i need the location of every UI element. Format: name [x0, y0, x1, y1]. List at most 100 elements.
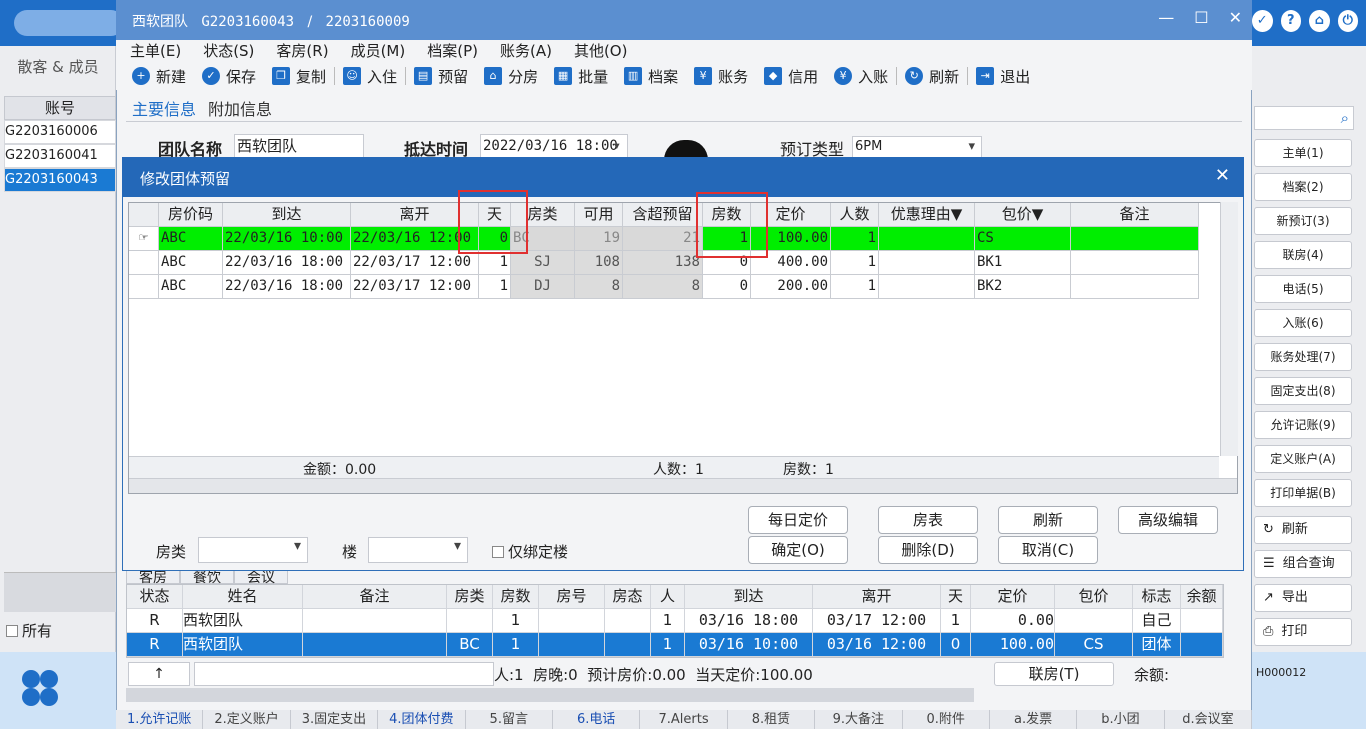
menu-main[interactable]: 主单(E) — [130, 40, 181, 62]
col-balance[interactable]: 余额 — [1181, 585, 1223, 609]
col-package[interactable]: 包价▼ — [975, 203, 1071, 227]
grid-horizontal-scrollbar[interactable] — [129, 478, 1237, 493]
tab-big-remark[interactable]: 9.大备注 — [815, 710, 903, 729]
cell[interactable]: 1 — [479, 251, 511, 275]
col-status[interactable]: 状态 — [127, 585, 183, 609]
help-icon[interactable]: ? — [1280, 10, 1301, 32]
tab-rental[interactable]: 8.租赁 — [728, 710, 816, 729]
cell[interactable]: BK2 — [975, 275, 1071, 299]
cell[interactable]: ABC — [159, 275, 223, 299]
col-roomno[interactable]: 房号 — [539, 585, 605, 609]
cell[interactable] — [879, 251, 975, 275]
cell[interactable] — [1071, 251, 1199, 275]
cell[interactable]: 200.00 — [751, 275, 831, 299]
cell[interactable] — [879, 275, 975, 299]
checkbox-box[interactable] — [492, 545, 504, 558]
tab-fixed-expense[interactable]: 3.固定支出 — [291, 710, 379, 729]
cell[interactable]: 1 — [479, 275, 511, 299]
delete-button[interactable]: 删除(D) — [878, 536, 978, 564]
tab-meeting-room[interactable]: d.会议室 — [1165, 710, 1253, 729]
menu-status[interactable]: 状态(S) — [203, 40, 254, 62]
account-row[interactable]: G2203160006 — [4, 120, 116, 144]
menu-member[interactable]: 成员(M) — [351, 40, 406, 62]
refresh-button[interactable]: ↻ 刷新 — [1254, 516, 1352, 544]
col-remark[interactable]: 备注 — [1071, 203, 1199, 227]
tab-main-info[interactable]: 主要信息 — [132, 96, 196, 121]
col-rate-code[interactable]: 房价码 — [159, 203, 223, 227]
main-doc-button[interactable]: 主单(1) — [1254, 139, 1352, 167]
power-icon[interactable]: ⏻ — [1337, 10, 1358, 32]
building-filter-select[interactable] — [368, 537, 468, 563]
profile-button[interactable]: 档案(2) — [1254, 173, 1352, 201]
right-search-input[interactable]: ⌕ — [1254, 106, 1354, 130]
batch-button[interactable]: ▦ 批量 — [546, 62, 616, 90]
tab-allow-charge[interactable]: 1.允许记账 — [116, 710, 204, 729]
account-button[interactable]: ¥ 账务 — [686, 62, 756, 90]
close-icon[interactable]: ✕ — [1229, 8, 1242, 27]
col-days[interactable]: 天 — [941, 585, 971, 609]
menu-other[interactable]: 其他(O) — [574, 40, 628, 62]
tab-phone[interactable]: 6.电话 — [553, 710, 641, 729]
maximize-icon[interactable]: ☐ — [1194, 8, 1208, 27]
cell[interactable]: 22/03/16 10:00 — [223, 227, 351, 251]
cell[interactable] — [1071, 275, 1199, 299]
move-up-button[interactable]: ↑ — [128, 662, 190, 686]
menu-room[interactable]: 客房(R) — [276, 40, 328, 62]
col-remark[interactable]: 备注 — [303, 585, 447, 609]
group-name-input[interactable]: 西软团队 — [234, 134, 364, 158]
tab-define-account[interactable]: 2.定义账户 — [203, 710, 291, 729]
post-charge-button[interactable]: 入账(6) — [1254, 309, 1352, 337]
check-icon[interactable]: ✓ — [1252, 10, 1273, 32]
tab-subgroup[interactable]: b.小团 — [1077, 710, 1165, 729]
menu-account[interactable]: 账务(A) — [500, 40, 552, 62]
room-type-filter-select[interactable] — [198, 537, 308, 563]
col-discount-reason[interactable]: 优惠理由▼ — [879, 203, 975, 227]
cell[interactable]: 1 — [831, 227, 879, 251]
ok-button[interactable]: 确定(O) — [748, 536, 848, 564]
tab-group-payment[interactable]: 4.团体付费 — [378, 710, 466, 729]
cell[interactable] — [1071, 227, 1199, 251]
all-checkbox[interactable]: 所有 — [6, 620, 52, 641]
fixed-expense-button[interactable]: 固定支出(8) — [1254, 377, 1352, 405]
credit-button[interactable]: ◆ 信用 — [756, 62, 826, 90]
col-name[interactable]: 姓名 — [183, 585, 303, 609]
cell[interactable]: 1 — [831, 275, 879, 299]
phone-button[interactable]: 电话(5) — [1254, 275, 1352, 303]
account-row[interactable]: G2203160043 — [4, 168, 116, 192]
col-arrival[interactable]: 到达 — [685, 585, 813, 609]
copy-button[interactable]: ❐ 复制 — [264, 62, 334, 90]
reserve-button[interactable]: ▤ 预留 — [406, 62, 476, 90]
table-row[interactable]: R 西软团队 1 1 03/16 18:00 03/17 12:00 1 0.0… — [127, 609, 1223, 633]
billing-button[interactable]: 账务处理(7) — [1254, 343, 1352, 371]
exit-button[interactable]: ⇥ 退出 — [968, 62, 1038, 90]
tab-alerts[interactable]: 7.Alerts — [640, 710, 728, 729]
profile-button[interactable]: ▥ 档案 — [616, 62, 686, 90]
export-button[interactable]: ↗ 导出 — [1254, 584, 1352, 612]
dialog-close-icon[interactable]: ✕ — [1215, 165, 1230, 186]
grid-vertical-scrollbar[interactable] — [1220, 202, 1238, 456]
combo-query-button[interactable]: ☰ 组合查询 — [1254, 550, 1352, 578]
table-row[interactable]: R 西软团队 BC 1 1 03/16 10:00 03/16 12:00 0 … — [127, 633, 1223, 657]
col-available[interactable]: 可用 — [575, 203, 623, 227]
col-overbook[interactable]: 含超预留 — [623, 203, 703, 227]
account-row[interactable]: G2203160041 — [4, 144, 116, 168]
col-person[interactable]: 人 — [651, 585, 685, 609]
advanced-edit-button[interactable]: 高级编辑 — [1118, 506, 1218, 534]
col-package[interactable]: 包价 — [1055, 585, 1133, 609]
app-search-pill[interactable] — [14, 10, 124, 36]
toolbar-refresh-button[interactable]: ↻ 刷新 — [897, 62, 967, 90]
tab-extra-info[interactable]: 附加信息 — [208, 96, 272, 121]
col-arrival[interactable]: 到达 — [223, 203, 351, 227]
cell[interactable]: 22/03/16 18:00 — [223, 251, 351, 275]
daily-rate-button[interactable]: 每日定价 — [748, 506, 848, 534]
cell[interactable]: 0 — [703, 275, 751, 299]
table-row[interactable]: ABC 22/03/16 18:00 22/03/17 12:00 1 DJ 8… — [129, 275, 1199, 299]
cell[interactable]: 22/03/17 12:00 — [351, 251, 479, 275]
table-row[interactable]: ☞ ABC 22/03/16 10:00 22/03/16 12:00 0 BC… — [129, 227, 1199, 251]
tab-attachment[interactable]: 0.附件 — [903, 710, 990, 729]
define-account-button[interactable]: 定义账户(A) — [1254, 445, 1352, 473]
only-bound-building-checkbox[interactable]: 仅绑定楼 — [492, 541, 568, 562]
col-roomstate[interactable]: 房态 — [605, 585, 651, 609]
room-chart-button[interactable]: 房表 — [878, 506, 978, 534]
assign-room-button[interactable]: ⌂ 分房 — [476, 62, 546, 90]
